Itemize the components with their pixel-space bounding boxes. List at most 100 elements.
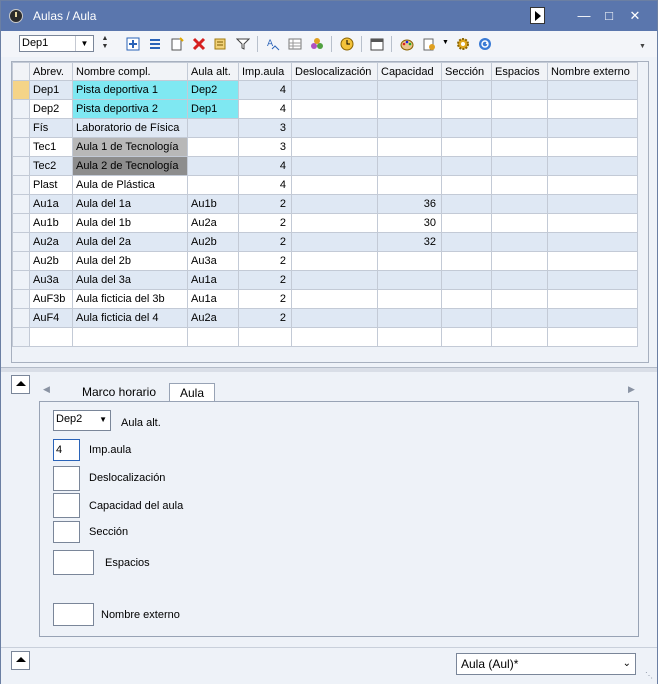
table-row[interactable]: Dep2 Pista deportiva 2 Dep1 4 [12, 99, 638, 119]
cell-imp[interactable]: 4 [238, 99, 292, 119]
table-row[interactable]: Au1a Aula del 1a Au1b 2 36 [12, 194, 638, 214]
cell-seccion[interactable] [441, 308, 492, 328]
cell-externo[interactable] [547, 80, 638, 100]
cell-cap[interactable] [377, 327, 442, 347]
cell-seccion[interactable] [441, 118, 492, 138]
cell-desloc[interactable] [291, 270, 378, 290]
delete-icon[interactable] [190, 35, 208, 53]
chevron-down-icon[interactable]: ▼ [75, 36, 93, 51]
table-row[interactable]: Dep1 Pista deportiva 1 Dep2 4 [12, 80, 638, 100]
cell-imp[interactable]: 2 [238, 232, 292, 252]
chevron-down-icon[interactable]: ▼ [442, 39, 449, 46]
cell-externo[interactable] [547, 118, 638, 138]
splitter[interactable] [1, 367, 657, 372]
table-row[interactable]: Tec1 Aula 1 de Tecnología 3 [12, 137, 638, 157]
cell-abrev[interactable]: Au1a [29, 194, 73, 214]
cell-externo[interactable] [547, 194, 638, 214]
refresh-icon[interactable] [476, 35, 494, 53]
row-indicator[interactable] [12, 213, 30, 233]
play-icon[interactable] [530, 7, 545, 24]
cell-cap[interactable]: 30 [377, 213, 442, 233]
cell-desloc[interactable] [291, 80, 378, 100]
row-indicator[interactable] [12, 251, 30, 271]
cell-externo[interactable] [547, 289, 638, 309]
cell-externo[interactable] [547, 156, 638, 176]
cell-seccion[interactable] [441, 289, 492, 309]
cell-nombre[interactable]: Aula 1 de Tecnología [72, 137, 188, 157]
row-indicator[interactable] [12, 289, 30, 309]
cell-nombre[interactable]: Aula ficticia del 4 [72, 308, 188, 328]
cell-seccion[interactable] [441, 270, 492, 290]
cell-externo[interactable] [547, 137, 638, 157]
cell-abrev[interactable]: AuF4 [29, 308, 73, 328]
tab-marco-horario[interactable]: Marco horario [69, 383, 169, 401]
cell-abrev[interactable]: Fís [29, 118, 73, 138]
column-header[interactable]: Imp.aula [238, 62, 292, 81]
collapse-up-button[interactable] [11, 375, 30, 394]
cell-aula-alt[interactable] [187, 175, 239, 195]
cell-imp[interactable]: 2 [238, 308, 292, 328]
settings-dropdown-icon[interactable] [421, 35, 439, 53]
imp-aula-field[interactable]: 4 [53, 439, 80, 461]
cell-seccion[interactable] [441, 137, 492, 157]
view-selector[interactable]: Aula (Aul)* ⌄ [456, 653, 636, 675]
cell-externo[interactable] [547, 327, 638, 347]
cell-desloc[interactable] [291, 118, 378, 138]
cell-seccion[interactable] [441, 194, 492, 214]
cell-imp[interactable]: 4 [238, 80, 292, 100]
spin-control[interactable]: ▲ ▼ [100, 35, 110, 53]
cell-desloc[interactable] [291, 156, 378, 176]
cell-abrev[interactable]: Au1b [29, 213, 73, 233]
row-indicator[interactable] [12, 308, 30, 328]
table-row[interactable]: Au2a Aula del 2a Au2b 2 32 [12, 232, 638, 252]
table-row[interactable]: AuF3b Aula ficticia del 3b Au1a 2 [12, 289, 638, 309]
row-indicator[interactable] [12, 99, 30, 119]
row-indicator[interactable] [12, 175, 30, 195]
row-indicator[interactable] [12, 156, 30, 176]
calendar-icon[interactable] [368, 35, 386, 53]
row-indicator[interactable] [12, 327, 30, 347]
cell-espacios[interactable] [491, 118, 548, 138]
cell-espacios[interactable] [491, 270, 548, 290]
table-row[interactable] [12, 327, 638, 347]
cell-abrev[interactable] [29, 327, 73, 347]
cell-cap[interactable] [377, 80, 442, 100]
cell-aula-alt[interactable]: Au1a [187, 270, 239, 290]
cell-nombre[interactable]: Aula ficticia del 3b [72, 289, 188, 309]
cell-nombre[interactable]: Aula de Plástica [72, 175, 188, 195]
cell-seccion[interactable] [441, 80, 492, 100]
seccion-field[interactable] [53, 521, 80, 543]
column-header[interactable]: Abrev. [29, 62, 73, 81]
cell-desloc[interactable] [291, 137, 378, 157]
cell-espacios[interactable] [491, 194, 548, 214]
cell-externo[interactable] [547, 308, 638, 328]
table-row[interactable]: Au2b Aula del 2b Au3a 2 [12, 251, 638, 271]
collapse-up-button-bottom[interactable] [11, 651, 30, 670]
cell-aula-alt[interactable]: Dep1 [187, 99, 239, 119]
cell-aula-alt[interactable]: Au2a [187, 213, 239, 233]
close-button[interactable]: ✕ [625, 7, 645, 25]
cell-externo[interactable] [547, 232, 638, 252]
cell-desloc[interactable] [291, 251, 378, 271]
row-indicator[interactable] [12, 80, 30, 100]
cell-seccion[interactable] [441, 232, 492, 252]
cell-aula-alt[interactable]: Au1b [187, 194, 239, 214]
cell-cap[interactable] [377, 308, 442, 328]
cell-espacios[interactable] [491, 232, 548, 252]
cell-espacios[interactable] [491, 213, 548, 233]
column-header[interactable]: Espacios [491, 62, 548, 81]
cell-abrev[interactable]: Dep1 [29, 80, 73, 100]
cell-espacios[interactable] [491, 175, 548, 195]
cell-aula-alt[interactable]: Dep2 [187, 80, 239, 100]
cell-aula-alt[interactable] [187, 156, 239, 176]
cell-abrev[interactable]: AuF3b [29, 289, 73, 309]
row-indicator[interactable] [12, 232, 30, 252]
cell-abrev[interactable]: Tec1 [29, 137, 73, 157]
cell-cap[interactable] [377, 137, 442, 157]
cell-cap[interactable]: 32 [377, 232, 442, 252]
table-row[interactable]: Plast Aula de Plástica 4 [12, 175, 638, 195]
sort-icon[interactable] [212, 35, 230, 53]
title-bar[interactable]: Aulas / Aula — □ ✕ [1, 1, 657, 31]
new-row-icon[interactable] [124, 35, 142, 53]
cell-imp[interactable]: 3 [238, 137, 292, 157]
